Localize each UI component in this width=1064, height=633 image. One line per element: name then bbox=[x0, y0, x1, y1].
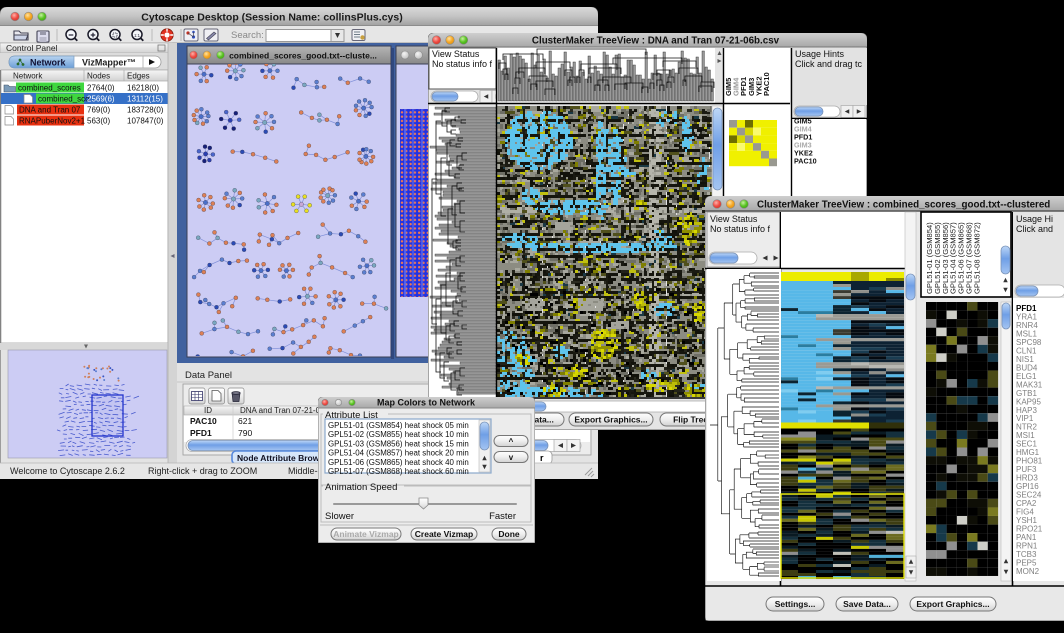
svg-text:Export Graphics...: Export Graphics... bbox=[574, 414, 647, 424]
svg-text:Control Panel: Control Panel bbox=[6, 43, 58, 53]
svg-text:Map Colors to Network: Map Colors to Network bbox=[377, 398, 476, 408]
svg-text:PFD1: PFD1 bbox=[190, 428, 212, 438]
svg-text:Usage Hi: Usage Hi bbox=[1016, 214, 1053, 224]
svg-text:r: r bbox=[540, 453, 544, 463]
svg-text:563(0): 563(0) bbox=[87, 117, 110, 126]
svg-text:GPL51-01 (GSM854) heat shock 0: GPL51-01 (GSM854) heat shock 05 min bbox=[328, 421, 469, 430]
svg-text:Export Graphics...: Export Graphics... bbox=[916, 599, 989, 609]
svg-text:ClusterMaker TreeView : DNA an: ClusterMaker TreeView : DNA and Tran 07-… bbox=[532, 36, 780, 47]
svg-text:GPL51-06 (GSM865) heat shock 4: GPL51-06 (GSM865) heat shock 40 min bbox=[328, 458, 469, 467]
svg-text:Animate Vizmap: Animate Vizmap bbox=[333, 529, 399, 539]
svg-text:ID: ID bbox=[204, 406, 212, 415]
svg-text:Click and drag tc: Click and drag tc bbox=[795, 59, 863, 69]
svg-text:^: ^ bbox=[509, 437, 514, 446]
svg-text:769(0): 769(0) bbox=[87, 106, 110, 115]
svg-text:Click and: Click and bbox=[1016, 224, 1053, 234]
svg-text:GPL51-02 (GSM855) heat shock 1: GPL51-02 (GSM855) heat shock 10 min bbox=[328, 430, 469, 439]
svg-text:Settings...: Settings... bbox=[775, 599, 816, 609]
svg-text:Network: Network bbox=[30, 58, 67, 68]
svg-text:1:1: 1:1 bbox=[134, 33, 140, 38]
svg-text:2569(6): 2569(6) bbox=[87, 95, 115, 104]
svg-text:View Status: View Status bbox=[710, 214, 758, 224]
svg-text:Cytoscape Desktop (Session Nam: Cytoscape Desktop (Session Name: collins… bbox=[141, 12, 402, 24]
svg-text:Create Vizmap: Create Vizmap bbox=[415, 529, 473, 539]
svg-text:621: 621 bbox=[238, 416, 252, 426]
svg-text:Nodes: Nodes bbox=[87, 72, 110, 81]
svg-text:Data Panel: Data Panel bbox=[185, 370, 232, 381]
svg-text:13112(15): 13112(15) bbox=[127, 95, 163, 104]
svg-text:No status info f: No status info f bbox=[710, 224, 771, 234]
svg-text:Right-click + drag to ZOOM: Right-click + drag to ZOOM bbox=[148, 466, 257, 476]
svg-text:DNA and Tran 07-21-06b: DNA and Tran 07-21-06b bbox=[240, 406, 329, 415]
svg-text:Welcome to Cytoscape 2.6.2: Welcome to Cytoscape 2.6.2 bbox=[10, 466, 125, 476]
svg-text:790: 790 bbox=[238, 428, 252, 438]
svg-text:Node Attribute Brows: Node Attribute Brows bbox=[237, 453, 324, 463]
svg-text:Slower: Slower bbox=[325, 511, 354, 522]
svg-text:183728(0): 183728(0) bbox=[127, 106, 164, 115]
svg-text:View Status: View Status bbox=[432, 49, 480, 59]
svg-text:Faster: Faster bbox=[489, 511, 516, 522]
svg-text:107847(0): 107847(0) bbox=[127, 117, 164, 126]
svg-text:DNA and Tran 07: DNA and Tran 07 bbox=[19, 106, 81, 115]
svg-text:No status info f: No status info f bbox=[432, 59, 493, 69]
svg-text:Edges: Edges bbox=[127, 72, 150, 81]
svg-text:GPL51-07 (GSM868) heat shock 6: GPL51-07 (GSM868) heat shock 60 min bbox=[328, 467, 469, 476]
svg-text:RNAPuberNov2+1: RNAPuberNov2+1 bbox=[19, 117, 86, 126]
svg-text:ClusterMaker TreeView : combin: ClusterMaker TreeView : combined_scores_… bbox=[757, 200, 1050, 211]
svg-text:v: v bbox=[509, 453, 514, 462]
svg-text:PAC10: PAC10 bbox=[794, 157, 817, 166]
svg-text:MON2: MON2 bbox=[1016, 567, 1040, 576]
svg-text:VizMapper™: VizMapper™ bbox=[82, 58, 136, 68]
svg-text:PAC10: PAC10 bbox=[190, 416, 217, 426]
svg-text:combined_scores: combined_scores bbox=[18, 84, 81, 93]
svg-text:2764(0): 2764(0) bbox=[87, 84, 115, 93]
svg-text:Done: Done bbox=[498, 529, 520, 539]
svg-text:Save Data...: Save Data... bbox=[843, 599, 891, 609]
svg-text:Usage Hints: Usage Hints bbox=[795, 49, 845, 59]
svg-text:16218(0): 16218(0) bbox=[127, 84, 159, 93]
svg-text:combined_scores_good.txt--clus: combined_scores_good.txt--cluste... bbox=[229, 51, 377, 61]
svg-text:GPL51-04 (GSM857) heat shock 2: GPL51-04 (GSM857) heat shock 20 min bbox=[328, 449, 469, 458]
svg-text:GPL51-08 (GSM872): GPL51-08 (GSM872) bbox=[972, 222, 981, 294]
svg-text:Search:: Search: bbox=[231, 30, 264, 41]
svg-text:PAC10: PAC10 bbox=[762, 72, 771, 96]
svg-text:Network: Network bbox=[13, 72, 43, 81]
svg-text:GPL51-03 (GSM856) heat shock 1: GPL51-03 (GSM856) heat shock 15 min bbox=[328, 439, 469, 448]
svg-text:combined_sco: combined_sco bbox=[38, 95, 90, 104]
svg-text:Animation Speed: Animation Speed bbox=[325, 482, 397, 493]
